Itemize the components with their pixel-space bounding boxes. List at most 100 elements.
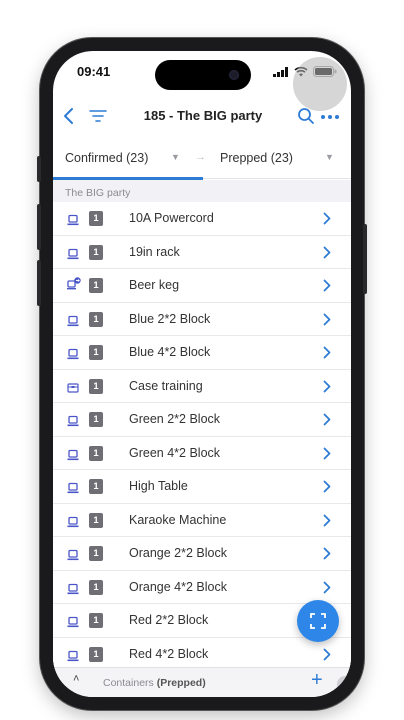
quantity-badge: 1 xyxy=(89,345,103,360)
to-dropdown-caret-icon[interactable]: ▼ xyxy=(325,152,334,162)
screen: 09:41 185 - The BIG party Confirmed (23)… xyxy=(53,51,351,697)
expand-caret-icon[interactable]: ˄ xyxy=(73,673,79,685)
quantity-badge: 1 xyxy=(89,211,103,226)
back-chevron-icon[interactable] xyxy=(63,107,75,125)
tab-from-label: Confirmed (23) xyxy=(65,151,149,165)
list-item[interactable]: 1 High Table xyxy=(53,470,351,504)
item-label: Blue 2*2 Block xyxy=(129,311,211,326)
item-icon xyxy=(67,213,79,226)
power-button xyxy=(363,224,367,294)
chevron-right-icon xyxy=(323,279,331,297)
chevron-right-icon xyxy=(323,648,331,666)
containers-status: (Prepped) xyxy=(156,677,206,689)
section-title: The BIG party xyxy=(65,187,131,199)
case-icon xyxy=(67,381,79,393)
camera xyxy=(229,70,239,80)
list-item[interactable]: 1 Green 4*2 Block xyxy=(53,436,351,470)
chevron-right-icon xyxy=(323,413,331,431)
chevron-right-icon xyxy=(323,313,331,331)
item-label: Red 4*2 Block xyxy=(129,646,209,661)
item-label: Orange 2*2 Block xyxy=(129,546,227,560)
item-icon xyxy=(67,247,79,259)
filter-icon[interactable] xyxy=(89,109,107,123)
touch-indicator xyxy=(293,57,347,111)
quantity-badge: 1 xyxy=(89,613,103,628)
list-item[interactable]: 1 Orange 4*2 Block xyxy=(53,570,351,604)
item-label: High Table xyxy=(129,479,188,493)
dynamic-island xyxy=(155,60,251,90)
item-icon xyxy=(67,347,79,360)
chevron-right-icon xyxy=(323,212,331,230)
item-label: Green 2*2 Block xyxy=(129,412,221,426)
item-icon xyxy=(67,515,79,527)
quantity-badge: 1 xyxy=(89,378,103,394)
quantity-badge: 1 xyxy=(89,311,103,327)
item-icon xyxy=(67,414,79,427)
chevron-right-icon xyxy=(323,480,331,498)
item-label: 10A Powercord xyxy=(129,211,214,225)
add-container-icon[interactable]: + xyxy=(311,669,323,692)
list-item[interactable]: 1 Red 4*2 Block xyxy=(53,637,351,667)
tab-to-label: Prepped (23) xyxy=(220,151,293,165)
page-title: 185 - The BIG party xyxy=(143,108,263,123)
quantity-badge: 1 xyxy=(89,579,103,595)
item-icon xyxy=(67,548,79,561)
quantity-badge: 1 xyxy=(89,646,103,662)
scan-button[interactable] xyxy=(297,600,339,642)
scan-icon xyxy=(310,613,326,629)
status-time: 09:41 xyxy=(77,64,111,79)
from-dropdown-caret-icon[interactable]: ▼ xyxy=(171,152,180,162)
item-forward-icon xyxy=(67,277,81,290)
quantity-badge: 1 xyxy=(89,479,103,494)
quantity-badge: 1 xyxy=(89,445,103,461)
list-item[interactable]: 1 Blue 2*2 Block xyxy=(53,302,351,336)
transition-arrow-icon: → xyxy=(195,151,206,163)
section-header: The BIG party xyxy=(53,180,351,202)
list-item[interactable]: 1 Case training xyxy=(53,369,351,403)
containers-bar[interactable]: ˄ Containers (Prepped) + xyxy=(53,667,351,697)
item-list: The BIG party 1 10A Powercord 1 19in rack 1 B… xyxy=(53,180,351,667)
chevron-right-icon xyxy=(323,380,331,398)
quantity-badge: 1 xyxy=(89,512,103,528)
item-label: Beer keg xyxy=(129,278,180,292)
quantity-badge: 1 xyxy=(89,412,103,427)
item-label: Blue 4*2 Block xyxy=(129,345,211,359)
volume-up-button xyxy=(37,204,41,250)
chevron-right-icon xyxy=(323,346,331,364)
chevron-right-icon xyxy=(323,581,331,599)
quantity-badge: 1 xyxy=(89,244,103,260)
action-button xyxy=(37,156,41,182)
item-label: 19in rack xyxy=(129,244,180,259)
list-item[interactable]: 1 Beer keg xyxy=(53,269,351,303)
item-icon xyxy=(67,582,79,594)
chevron-right-icon xyxy=(323,547,331,565)
tab-to-status[interactable]: Prepped (23) xyxy=(220,139,293,177)
edge-handle xyxy=(337,676,351,694)
containers-label: Containers (Prepped) xyxy=(103,677,206,689)
list-item[interactable]: 1 19in rack xyxy=(53,235,351,269)
volume-down-button xyxy=(37,260,41,306)
phone-frame: 09:41 185 - The BIG party Confirmed (23)… xyxy=(37,38,367,710)
list-item[interactable]: 1 Blue 4*2 Block xyxy=(53,336,351,370)
item-icon xyxy=(67,649,79,661)
tab-from-status[interactable]: Confirmed (23) xyxy=(65,139,148,177)
item-label: Red 2*2 Block xyxy=(129,613,209,627)
item-icon xyxy=(67,615,79,628)
item-label: Green 4*2 Block xyxy=(129,445,221,460)
list-item[interactable]: 1 Green 2*2 Block xyxy=(53,403,351,437)
item-icon xyxy=(67,448,79,460)
item-label: Karaoke Machine xyxy=(129,512,227,527)
list-item[interactable]: 1 10A Powercord xyxy=(53,202,351,236)
more-options-icon[interactable] xyxy=(321,115,339,119)
chevron-right-icon xyxy=(323,514,331,532)
quantity-badge: 1 xyxy=(89,278,103,293)
status-transition-tabs: Confirmed (23) ▼ → Prepped (23) ▼ xyxy=(53,139,351,180)
item-icon xyxy=(67,314,79,326)
list-item[interactable]: 1 Karaoke Machine xyxy=(53,503,351,537)
signal-icon xyxy=(273,66,288,77)
chevron-right-icon xyxy=(323,246,331,264)
list-item[interactable]: 1 Orange 2*2 Block xyxy=(53,537,351,571)
quantity-badge: 1 xyxy=(89,546,103,561)
item-label: Orange 4*2 Block xyxy=(129,579,227,594)
containers-title: Containers xyxy=(103,677,154,689)
